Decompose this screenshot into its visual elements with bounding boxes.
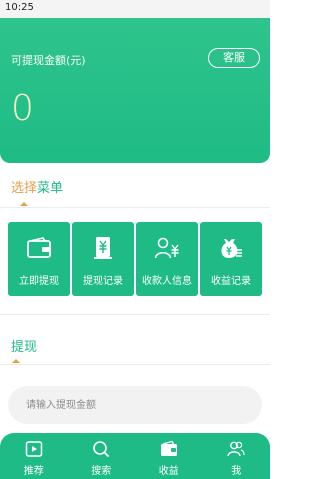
- balance-amount: 0: [11, 88, 34, 129]
- divider: [0, 364, 270, 365]
- tab-earnings[interactable]: 收益: [135, 433, 203, 479]
- tile-label: 提现记录: [83, 276, 123, 287]
- payee-info-button[interactable]: 收款人信息: [136, 222, 198, 296]
- tab-label: 我: [231, 466, 242, 477]
- user-yuan-icon: [154, 237, 179, 259]
- wallet-icon: [27, 237, 51, 258]
- users-icon: [227, 441, 245, 457]
- tab-recommend[interactable]: 推荐: [0, 433, 68, 479]
- tab-label: 推荐: [23, 466, 44, 477]
- customer-service-button[interactable]: 客服: [208, 48, 260, 68]
- tile-label: 收款人信息: [142, 276, 192, 287]
- play-icon: [25, 441, 42, 457]
- withdraw-records-button[interactable]: 提现记录: [72, 222, 134, 296]
- balance-header: 可提现金额(元) 客服 0: [0, 18, 270, 163]
- menu-title-rest: 菜单: [37, 181, 64, 196]
- yuan-receipt-icon: [94, 237, 112, 259]
- tab-label: 搜索: [91, 466, 112, 477]
- wallet-icon: [160, 440, 177, 456]
- menu-section-title: 选择菜单: [11, 177, 63, 196]
- tile-label: 立即提现: [19, 276, 59, 287]
- withdraw-now-button[interactable]: 立即提现: [8, 222, 70, 296]
- withdraw-section-title: 提现: [11, 340, 38, 355]
- withdraw-amount-input[interactable]: [8, 386, 262, 424]
- divider: [0, 207, 270, 208]
- tab-me[interactable]: 我: [203, 433, 271, 479]
- earnings-records-button[interactable]: 收益记录: [200, 222, 262, 296]
- menu-title-marker: [20, 202, 28, 206]
- tab-label: 收益: [158, 466, 179, 477]
- balance-label: 可提现金额(元): [11, 54, 86, 67]
- menu-title-accent: 选择: [11, 181, 38, 196]
- withdraw-amount-field: [8, 386, 262, 424]
- tab-search[interactable]: 搜索: [68, 433, 136, 479]
- search-icon: [93, 441, 110, 458]
- money-bag-icon: [221, 239, 242, 258]
- bottom-tab-bar: 推荐 搜索 收益 我: [0, 433, 270, 479]
- tile-label: 收益记录: [211, 276, 251, 287]
- status-time: 10:25: [5, 2, 34, 13]
- menu-grid: 立即提现 提现记录 收款人信息 收益记录: [8, 222, 262, 296]
- divider: [0, 314, 270, 315]
- withdraw-title-marker: [12, 359, 20, 363]
- status-bar: 10:25: [0, 0, 270, 18]
